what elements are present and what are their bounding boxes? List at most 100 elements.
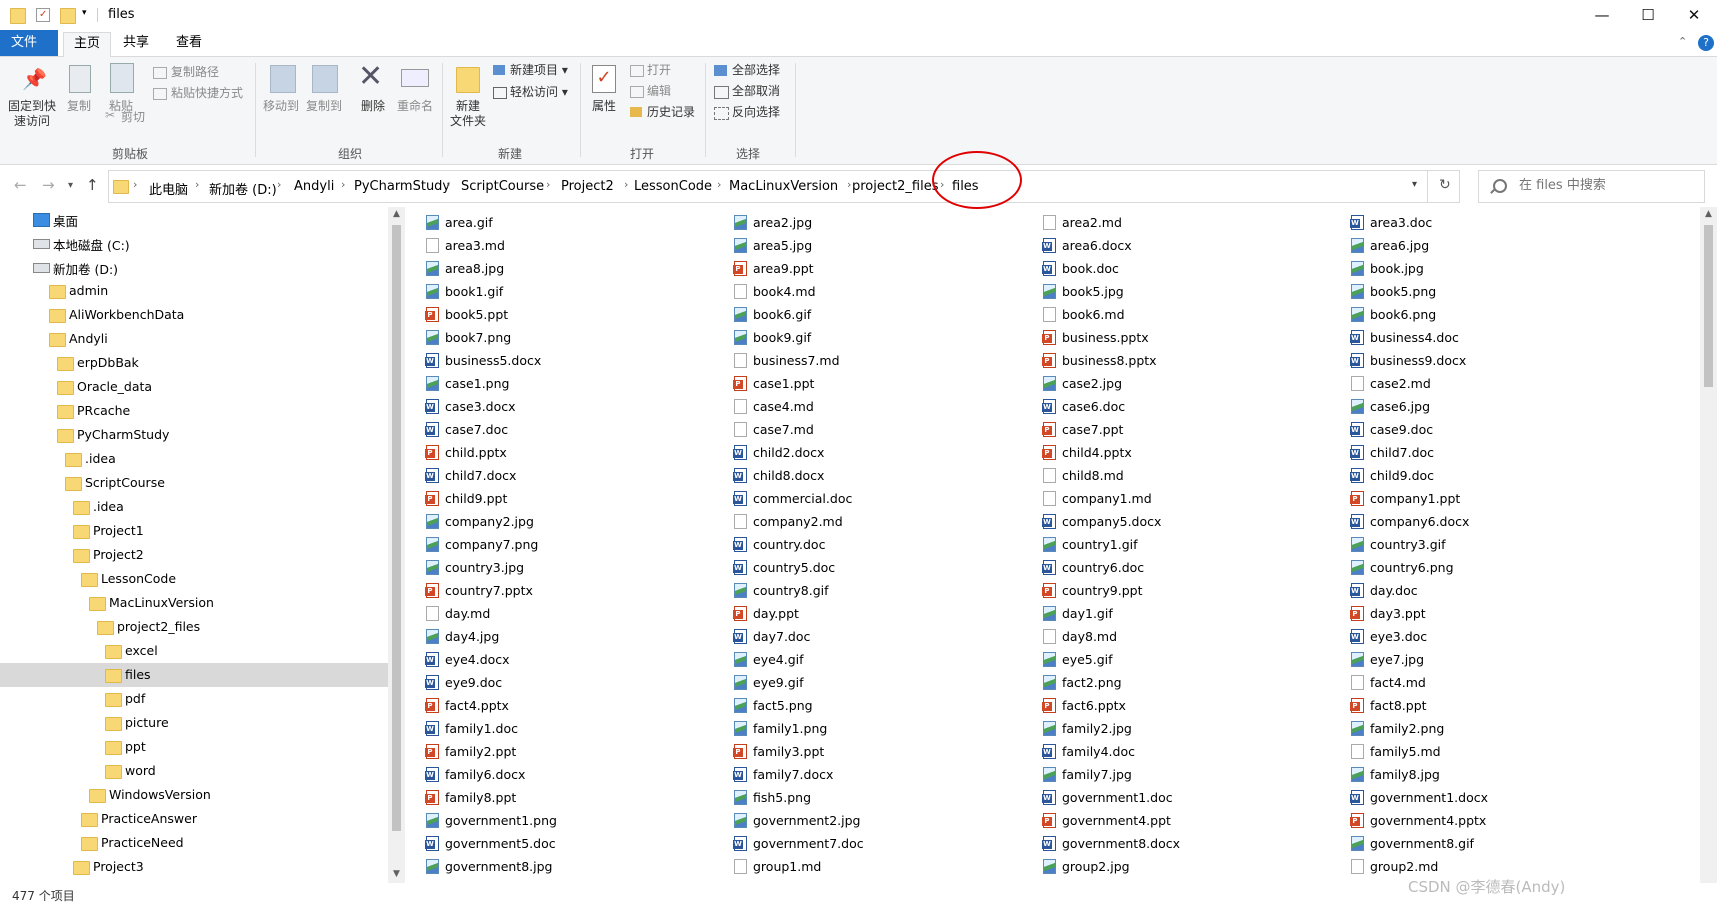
nav-scrollbar[interactable]: ▲ ▼ bbox=[388, 207, 405, 883]
file-item[interactable]: day.md bbox=[420, 602, 720, 625]
file-item[interactable]: book5.ppt bbox=[420, 303, 720, 326]
file-item[interactable]: government8.gif bbox=[1345, 832, 1645, 855]
nav-item[interactable]: excel bbox=[0, 639, 388, 663]
nav-scroll-thumb[interactable] bbox=[392, 225, 401, 831]
file-item[interactable]: family2.jpg bbox=[1037, 717, 1337, 740]
file-item[interactable]: family3.ppt bbox=[728, 740, 1028, 763]
nav-item[interactable]: WindowsVersion bbox=[0, 783, 388, 807]
file-item[interactable]: fact6.pptx bbox=[1037, 694, 1337, 717]
file-item[interactable]: country3.gif bbox=[1345, 533, 1645, 556]
file-item[interactable]: family7.docx bbox=[728, 763, 1028, 786]
file-item[interactable]: company6.docx bbox=[1345, 510, 1645, 533]
breadcrumb-this-pc[interactable]: 此电脑 bbox=[149, 179, 188, 198]
file-item[interactable]: case2.jpg bbox=[1037, 372, 1337, 395]
file-item[interactable]: child4.pptx bbox=[1037, 441, 1337, 464]
file-item[interactable]: fact2.png bbox=[1037, 671, 1337, 694]
tab-file[interactable]: 文件 bbox=[0, 30, 58, 56]
file-item[interactable]: day.doc bbox=[1345, 579, 1645, 602]
properties-quick-icon[interactable]: ✓ bbox=[36, 8, 50, 22]
file-item[interactable]: book.jpg bbox=[1345, 257, 1645, 280]
file-item[interactable]: book9.gif bbox=[728, 326, 1028, 349]
file-item[interactable]: eye7.jpg bbox=[1345, 648, 1645, 671]
nav-item[interactable]: Project1 bbox=[0, 519, 388, 543]
file-item[interactable]: case6.jpg bbox=[1345, 395, 1645, 418]
invert-selection-button[interactable]: 反向选择 bbox=[732, 105, 780, 120]
nav-item[interactable]: 新加卷 (D:) bbox=[0, 255, 388, 279]
file-item[interactable]: country6.png bbox=[1345, 556, 1645, 579]
edit-button[interactable]: 编辑 bbox=[647, 84, 671, 99]
file-item[interactable]: business9.docx bbox=[1345, 349, 1645, 372]
file-item[interactable]: area9.ppt bbox=[728, 257, 1028, 280]
delete-button[interactable]: 删除 bbox=[355, 99, 391, 114]
address-box[interactable]: › 此电脑 › 新加卷 (D:) › Andyli › PyCharmStudy… bbox=[108, 170, 1460, 203]
file-item[interactable]: fact8.ppt bbox=[1345, 694, 1645, 717]
file-item[interactable]: government8.jpg bbox=[420, 855, 720, 878]
file-item[interactable]: family4.doc bbox=[1037, 740, 1337, 763]
file-item[interactable]: day4.jpg bbox=[420, 625, 720, 648]
file-item[interactable]: case9.doc bbox=[1345, 418, 1645, 441]
file-item[interactable]: child7.doc bbox=[1345, 441, 1645, 464]
file-item[interactable]: case1.ppt bbox=[728, 372, 1028, 395]
nav-item[interactable]: .idea bbox=[0, 495, 388, 519]
nav-item[interactable]: ppt bbox=[0, 735, 388, 759]
file-item[interactable]: case4.md bbox=[728, 395, 1028, 418]
file-item[interactable]: family1.doc bbox=[420, 717, 720, 740]
scroll-down-icon[interactable]: ▼ bbox=[388, 869, 405, 879]
file-item[interactable]: business8.pptx bbox=[1037, 349, 1337, 372]
file-item[interactable]: group2.md bbox=[1345, 855, 1645, 878]
file-item[interactable]: family6.docx bbox=[420, 763, 720, 786]
nav-item[interactable]: pdf bbox=[0, 687, 388, 711]
file-item[interactable]: child2.docx bbox=[728, 441, 1028, 464]
file-item[interactable]: business7.md bbox=[728, 349, 1028, 372]
file-item[interactable]: fact4.pptx bbox=[420, 694, 720, 717]
move-to-button[interactable]: 移动到 bbox=[260, 99, 302, 114]
file-item[interactable]: government4.ppt bbox=[1037, 809, 1337, 832]
file-item[interactable]: book5.jpg bbox=[1037, 280, 1337, 303]
file-item[interactable]: fact5.png bbox=[728, 694, 1028, 717]
recent-locations-button[interactable]: ▾ bbox=[68, 180, 73, 191]
address-dropdown-icon[interactable]: ▾ bbox=[1412, 179, 1417, 190]
nav-item[interactable]: project2_files bbox=[0, 615, 388, 639]
nav-item[interactable]: .idea bbox=[0, 447, 388, 471]
file-item[interactable]: government5.doc bbox=[420, 832, 720, 855]
file-item[interactable]: fish5.png bbox=[728, 786, 1028, 809]
nav-item[interactable]: PyCharmStudy bbox=[0, 423, 388, 447]
file-item[interactable]: area6.jpg bbox=[1345, 234, 1645, 257]
nav-item[interactable]: PracticeAnswer bbox=[0, 807, 388, 831]
nav-item[interactable]: admin bbox=[0, 279, 388, 303]
file-item[interactable]: day.ppt bbox=[728, 602, 1028, 625]
tab-view[interactable]: 查看 bbox=[166, 32, 212, 56]
new-folder-button[interactable]: 新建 文件夹 bbox=[447, 99, 489, 129]
file-item[interactable]: area3.doc bbox=[1345, 211, 1645, 234]
file-item[interactable]: eye4.gif bbox=[728, 648, 1028, 671]
breadcrumb-project2-files[interactable]: project2_files bbox=[852, 179, 938, 194]
nav-item[interactable]: 桌面 bbox=[0, 207, 388, 231]
copy-to-button[interactable]: 复制到 bbox=[303, 99, 345, 114]
file-item[interactable]: business.pptx bbox=[1037, 326, 1337, 349]
file-item[interactable]: company1.md bbox=[1037, 487, 1337, 510]
help-icon[interactable]: ? bbox=[1698, 35, 1714, 51]
file-item[interactable]: area2.jpg bbox=[728, 211, 1028, 234]
breadcrumb-lessoncode[interactable]: LessonCode bbox=[634, 179, 712, 194]
paste-shortcut-button[interactable]: 粘贴快捷方式 bbox=[171, 86, 243, 101]
file-item[interactable]: case7.md bbox=[728, 418, 1028, 441]
file-item[interactable]: case3.docx bbox=[420, 395, 720, 418]
file-item[interactable]: country7.pptx bbox=[420, 579, 720, 602]
file-item[interactable]: area.gif bbox=[420, 211, 720, 234]
file-item[interactable]: government1.png bbox=[420, 809, 720, 832]
nav-item[interactable]: erpDbBak bbox=[0, 351, 388, 375]
file-item[interactable]: child7.docx bbox=[420, 464, 720, 487]
file-item[interactable]: country.doc bbox=[728, 533, 1028, 556]
breadcrumb-pycharmstudy[interactable]: PyCharmStudy bbox=[354, 179, 450, 194]
content-scroll-thumb[interactable] bbox=[1704, 225, 1713, 387]
file-item[interactable]: book4.md bbox=[728, 280, 1028, 303]
nav-item[interactable]: PRcache bbox=[0, 399, 388, 423]
file-item[interactable]: family8.jpg bbox=[1345, 763, 1645, 786]
file-item[interactable]: family5.md bbox=[1345, 740, 1645, 763]
file-item[interactable]: family2.ppt bbox=[420, 740, 720, 763]
file-item[interactable]: government2.jpg bbox=[728, 809, 1028, 832]
nav-item[interactable]: Oracle_data bbox=[0, 375, 388, 399]
nav-item[interactable]: Andyli bbox=[0, 327, 388, 351]
tab-home[interactable]: 主页 bbox=[63, 32, 112, 58]
file-item[interactable]: area6.docx bbox=[1037, 234, 1337, 257]
